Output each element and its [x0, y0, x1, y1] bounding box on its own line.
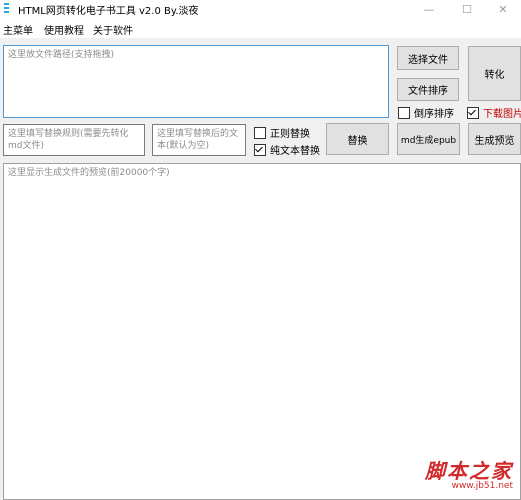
watermark-logo: 脚本之家	[425, 459, 513, 483]
reverse-sort-box[interactable]	[398, 106, 410, 119]
app-icon	[4, 3, 10, 14]
md-generate-epub-button[interactable]: md生成epub	[397, 123, 460, 155]
menu-about[interactable]: 关于软件	[93, 22, 133, 37]
download-images-checkbox[interactable]: 下载图片	[467, 105, 521, 120]
download-images-box[interactable]	[467, 106, 479, 119]
close-button[interactable]: ✕	[485, 0, 521, 18]
generate-preview-button[interactable]: 生成预览	[468, 123, 521, 155]
menu-tutorial[interactable]: 使用教程	[44, 22, 84, 37]
reverse-sort-label: 倒序排序	[414, 109, 454, 120]
plain-text-replace-box[interactable]	[254, 143, 266, 156]
title-bar: HTML网页转化电子书工具 v2.0 By.淡夜 — ☐ ✕	[0, 0, 521, 18]
convert-button[interactable]: 转化	[468, 46, 521, 101]
download-images-label: 下载图片	[483, 109, 521, 120]
plain-text-replace-checkbox[interactable]: 纯文本替换	[254, 142, 320, 157]
regex-replace-checkbox[interactable]: 正则替换	[254, 125, 310, 140]
plain-text-replace-label: 纯文本替换	[270, 146, 320, 157]
sort-files-button[interactable]: 文件排序	[397, 78, 459, 101]
maximize-button[interactable]: ☐	[449, 0, 485, 18]
menu-bar: 主菜单 使用教程 关于软件	[0, 18, 521, 38]
replace-button[interactable]: 替换	[326, 123, 389, 155]
watermark-url: www.jb51.net	[451, 481, 513, 491]
regex-replace-label: 正则替换	[270, 129, 310, 140]
minimize-button[interactable]: —	[411, 0, 447, 18]
replace-rule-input[interactable]: 这里填写替换规则(需要先转化md文件)	[3, 124, 145, 156]
replacement-text-input[interactable]: 这里填写替换后的文本(默认为空)	[152, 124, 246, 156]
window-title: HTML网页转化电子书工具 v2.0 By.淡夜	[18, 6, 199, 17]
preview-textarea[interactable]: 这里显示生成文件的预览(前20000个字)	[3, 163, 521, 500]
menu-main[interactable]: 主菜单	[3, 22, 33, 37]
regex-replace-box[interactable]	[254, 126, 266, 139]
reverse-sort-checkbox[interactable]: 倒序排序	[398, 105, 454, 120]
file-path-input[interactable]: 这里放文件路径(支持拖拽)	[3, 45, 389, 118]
select-file-button[interactable]: 选择文件	[397, 46, 459, 70]
